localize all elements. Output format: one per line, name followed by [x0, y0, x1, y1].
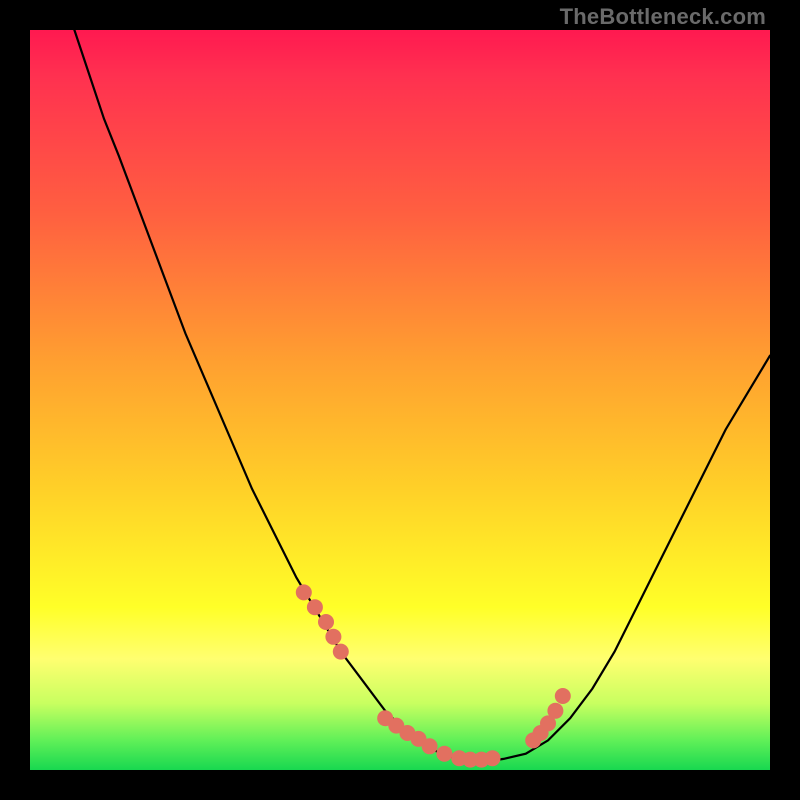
curve-layer [30, 30, 770, 770]
scatter-dot [307, 599, 323, 615]
scatter-dots [296, 584, 571, 767]
scatter-dot [547, 703, 563, 719]
scatter-dot [333, 644, 349, 660]
scatter-dot [422, 738, 438, 754]
scatter-dot [555, 688, 571, 704]
watermark-text: TheBottleneck.com [560, 4, 766, 30]
scatter-dot [296, 584, 312, 600]
scatter-dot [318, 614, 334, 630]
scatter-dot [325, 629, 341, 645]
scatter-dot [436, 746, 452, 762]
chart-frame: TheBottleneck.com [0, 0, 800, 800]
bottleneck-curve [74, 30, 770, 761]
scatter-dot [485, 750, 501, 766]
